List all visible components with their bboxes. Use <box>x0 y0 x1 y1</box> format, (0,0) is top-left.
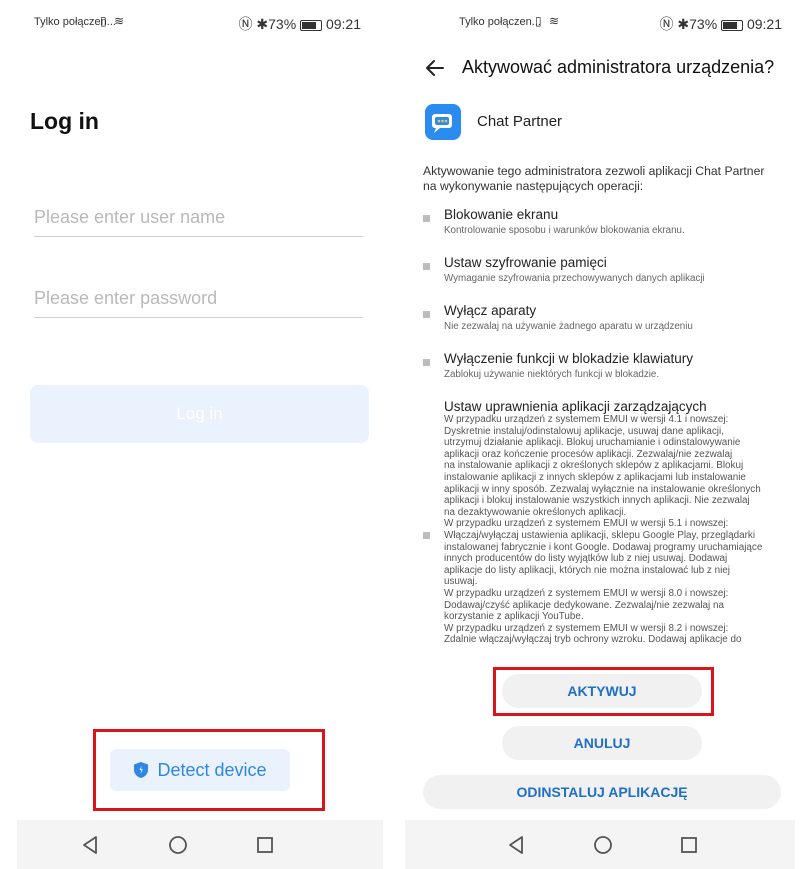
description-line: aplikacji i blokuj instalowanie wszystki… <box>444 495 750 507</box>
description-line: usuwaj. <box>444 576 478 588</box>
back-nav-icon[interactable] <box>77 832 103 858</box>
login-screen: Tylko połączen... ▯ ≋ Ⓝ ✱73% 09:21 Log i… <box>17 0 383 869</box>
description-line: W przypadku urządzeń z systemem EMUI w w… <box>444 587 729 599</box>
back-nav-icon[interactable] <box>503 832 529 858</box>
shield-icon <box>134 762 149 778</box>
description-line: W przypadku urządzeń z systemem EMUI w w… <box>444 622 729 634</box>
status-bar: Tylko połączen... ▯ ≋ Ⓝ ✱73% 09:21 <box>405 0 795 46</box>
permission-title: Ustaw uprawnienia aplikacji zarządzający… <box>444 399 707 414</box>
password-field <box>34 283 363 318</box>
carrier-label: Tylko połączen... <box>459 16 541 28</box>
password-input[interactable] <box>34 283 363 313</box>
app-icon <box>425 104 461 140</box>
description-line: Dodawaj/czyść aplikacje dedykowane. Zezw… <box>444 599 724 611</box>
back-arrow-icon[interactable] <box>423 56 447 80</box>
cancel-button[interactable]: ANULUJ <box>502 726 702 760</box>
navigation-bar <box>405 820 795 869</box>
bullet-icon <box>423 311 430 318</box>
recents-nav-icon[interactable] <box>252 832 278 858</box>
navigation-bar <box>17 820 383 869</box>
detect-device-button[interactable]: Detect device <box>110 749 290 791</box>
description-line: aplikacji w inny sposób. Zezwalaj wyłącz… <box>444 483 761 495</box>
signal-icons: ▯ ≋ <box>535 14 561 28</box>
description-line: korzystanie z aplikacji YouTube. <box>444 611 584 623</box>
permission-long-description[interactable]: W przypadku urządzeń z systemem EMUI w w… <box>444 414 789 666</box>
description-line: Zdalnie włączaj/wyłączaj tryb ochrony wz… <box>444 634 742 646</box>
login-button[interactable]: Log in <box>30 385 369 443</box>
description-line: instalowanie aplikacji z innych sklepów … <box>444 471 746 483</box>
battery-percent: 73% <box>268 16 297 32</box>
permission-desc: Nie zezwalaj na używanie żadnego aparatu… <box>444 321 693 332</box>
detect-device-label: Detect device <box>157 759 267 780</box>
intro-line: Aktywowanie tego administratora zezwoli … <box>423 164 765 178</box>
description-line: W przypadku urządzeń z systemem EMUI w w… <box>444 518 729 530</box>
nfc-icon: Ⓝ <box>238 16 253 32</box>
username-input[interactable] <box>34 202 363 232</box>
battery-percent: 73% <box>689 16 718 32</box>
permission-title: Ustaw szyfrowanie pamięci <box>444 255 607 270</box>
home-nav-icon[interactable] <box>165 832 191 858</box>
home-nav-icon[interactable] <box>590 832 616 858</box>
permission-desc: Wymaganie szyfrowania przechowywanych da… <box>444 273 705 284</box>
bullet-icon <box>423 532 430 539</box>
title-bar: Aktywować administratora urządzenia? <box>423 52 795 84</box>
signal-icons: ▯ ≋ <box>100 14 126 28</box>
status-bar: Tylko połączen... ▯ ≋ Ⓝ ✱73% 09:21 <box>17 0 383 46</box>
uninstall-app-button[interactable]: ODINSTALUJ APLIKACJĘ <box>423 775 781 809</box>
permission-desc: Kontrolowanie sposobu i warunków blokowa… <box>444 225 685 236</box>
page-title: Aktywować administratora urządzenia? <box>462 57 775 77</box>
bullet-icon <box>423 215 430 222</box>
nfc-icon: Ⓝ <box>659 16 674 32</box>
description-line: Włączaj/wyłączaj ustawienia aplikacji, s… <box>444 529 756 541</box>
description-line: innych producentów do listy wyjątków lub… <box>444 553 728 565</box>
description-line: utrzymuj działanie aplikacji. Blokuj uru… <box>444 437 741 449</box>
permission-title: Wyłączenie funkcji w blokadzie klawiatur… <box>444 351 693 366</box>
device-admin-screen: Tylko połączen... ▯ ≋ Ⓝ ✱73% 09:21 Aktyw… <box>405 0 795 869</box>
bullet-icon <box>423 263 430 270</box>
description-line: W przypadku urządzeń z systemem EMUI w w… <box>444 414 729 425</box>
description-line: aplikacji oraz kończenie procesów aplika… <box>444 448 733 460</box>
description-line: instalowanej fabrycznie i kont Google. D… <box>444 541 763 553</box>
app-name: Chat Partner <box>477 113 563 130</box>
recents-nav-icon[interactable] <box>676 832 702 858</box>
description-line: na dezaktywowanie określonych aplikacji. <box>444 506 627 518</box>
permission-title: Blokowanie ekranu <box>444 207 559 222</box>
description-line: Dyskretnie instaluj/odinstalowuj aplikac… <box>444 425 724 437</box>
permission-title: Wyłącz aparaty <box>444 303 537 318</box>
intro-text: Aktywowanie tego administratora zezwoli … <box>423 164 783 193</box>
battery-icon <box>300 19 323 31</box>
page-title: Log in <box>30 108 99 134</box>
permission-desc: Zablokuj używanie niektórych funkcji w b… <box>444 369 660 380</box>
battery-icon <box>721 19 744 31</box>
username-field <box>34 202 363 237</box>
bluetooth-icon: ✱ <box>677 16 690 32</box>
description-line: na instalowanie aplikacji z określonych … <box>444 460 744 472</box>
description-line: aplikacje do listy aplikacji, których ni… <box>444 564 730 576</box>
intro-line: na wykonywanie następujących operacji: <box>423 178 644 193</box>
bullet-icon <box>423 359 430 366</box>
clock: 09:21 <box>746 16 782 32</box>
bluetooth-icon: ✱ <box>256 16 269 32</box>
clock: 09:21 <box>325 16 361 32</box>
highlight-box <box>493 667 714 716</box>
